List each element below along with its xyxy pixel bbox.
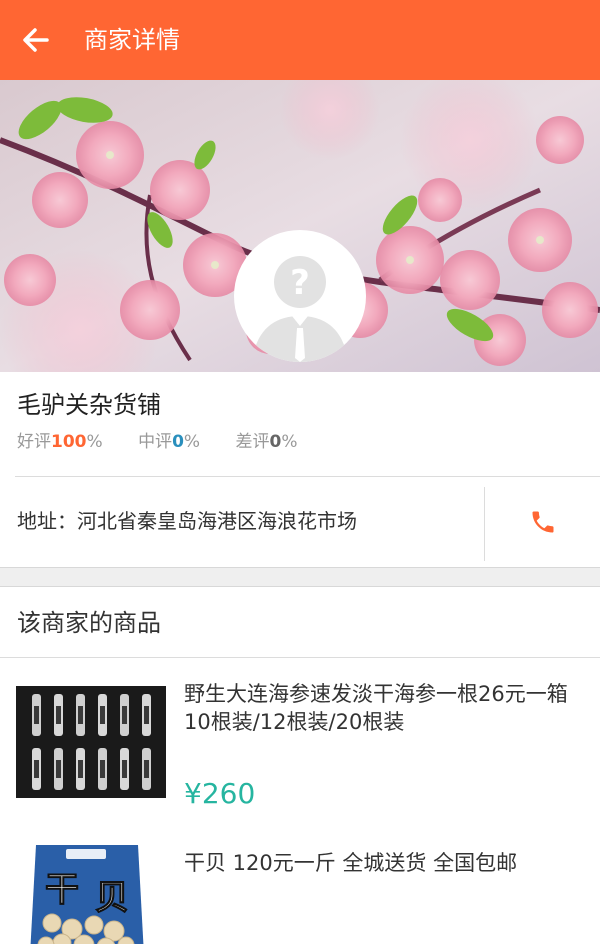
rating-label: 差评 bbox=[235, 432, 270, 452]
svg-text:贝: 贝 bbox=[95, 878, 129, 918]
rating-label: 好评 bbox=[17, 432, 51, 452]
address-row: 地址：河北省秦皇岛海港区海浪花市场 bbox=[0, 477, 600, 567]
shop-name: 毛驴关杂货铺 bbox=[17, 391, 161, 419]
rating-value: 0 bbox=[172, 432, 184, 452]
svg-text:?: ? bbox=[290, 263, 310, 303]
product-title: 野生大连海参速发淡干海参一根26元一箱10根装/12根装/20根装 bbox=[184, 682, 568, 734]
rating-unit: % bbox=[183, 432, 201, 452]
product-image: 干 贝 bbox=[16, 845, 156, 944]
shop-info: 毛驴关杂货铺 好评100% 中评0% 差评0% bbox=[0, 372, 600, 476]
product-price: ¥260 bbox=[184, 777, 256, 810]
rating-value: 0 bbox=[269, 432, 282, 452]
product-title: 干贝 120元一斤 全城送货 全国包邮 bbox=[184, 851, 518, 875]
ratings-row: 好评100% 中评0% 差评0% bbox=[17, 430, 327, 454]
dried-scallop-bag-photo: 干 贝 bbox=[16, 845, 156, 944]
shop-banner: ? bbox=[0, 80, 600, 372]
shop-avatar: ? bbox=[234, 230, 366, 362]
rating-negative: 差评0% bbox=[235, 430, 297, 454]
address-label: 地址： bbox=[17, 509, 77, 533]
section-gap bbox=[0, 567, 600, 587]
address-value: 河北省秦皇岛海港区海浪花市场 bbox=[77, 509, 357, 533]
address-text: 地址：河北省秦皇岛海港区海浪花市场 bbox=[17, 507, 357, 535]
top-app-bar: 商家详情 bbox=[0, 0, 600, 80]
products-section-title: 该商家的商品 bbox=[17, 609, 161, 637]
back-button[interactable] bbox=[14, 18, 58, 62]
svg-text:干: 干 bbox=[45, 870, 79, 910]
product-item[interactable]: 干 贝 干贝 120元一斤 全城送货 全国包邮 bbox=[0, 823, 600, 944]
page-title: 商家详情 bbox=[84, 26, 180, 54]
rating-positive: 好评100% bbox=[17, 430, 103, 454]
placeholder-user-question-icon: ? bbox=[252, 256, 348, 362]
call-button[interactable] bbox=[485, 477, 600, 567]
phone-icon bbox=[532, 511, 554, 533]
sea-cucumber-box-photo bbox=[16, 686, 166, 798]
rating-neutral: 中评0% bbox=[138, 430, 200, 454]
rating-value: 100 bbox=[51, 432, 87, 452]
rating-label: 中评 bbox=[138, 432, 173, 452]
rating-unit: % bbox=[281, 432, 298, 452]
product-image bbox=[16, 686, 166, 798]
rating-unit: % bbox=[86, 432, 103, 452]
product-item[interactable]: 野生大连海参速发淡干海参一根26元一箱10根装/12根装/20根装 ¥260 bbox=[0, 658, 600, 823]
arrow-left-icon bbox=[23, 28, 49, 52]
